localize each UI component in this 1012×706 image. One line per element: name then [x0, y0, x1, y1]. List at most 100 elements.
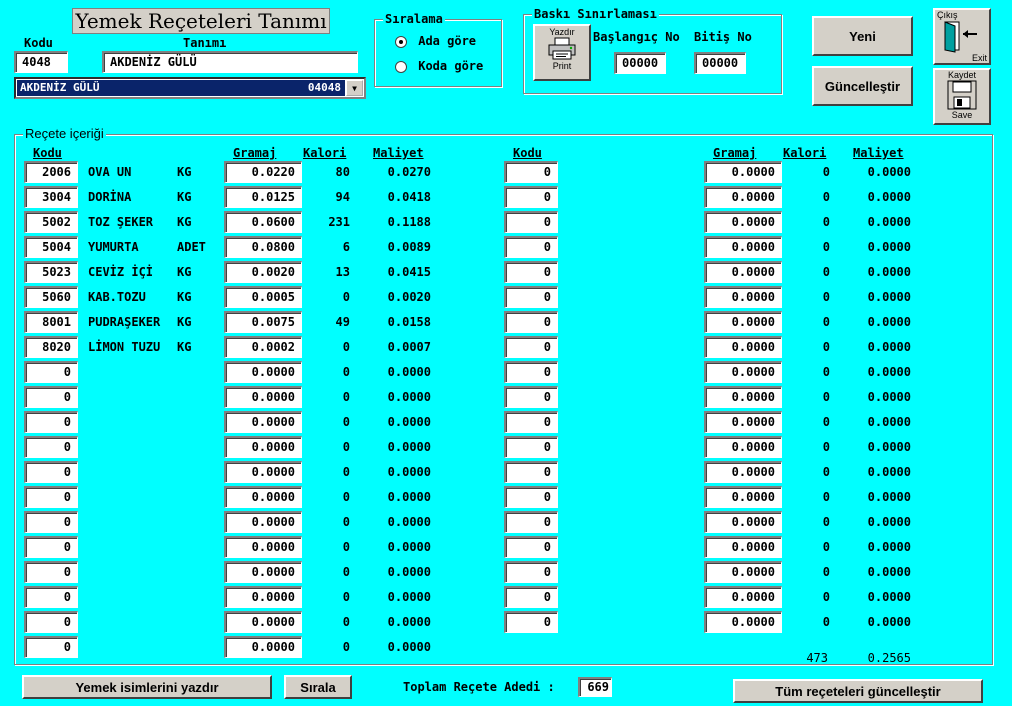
left-row-gramaj-input[interactable]: 0.0000 [224, 361, 302, 383]
left-row-kodu-input[interactable]: 8001 [24, 311, 78, 333]
left-row-gramaj-input[interactable]: 0.0000 [224, 611, 302, 633]
right-row-gramaj-input[interactable]: 0.0000 [704, 286, 782, 308]
right-row-kodu-input[interactable]: 0 [504, 586, 558, 608]
left-row-kodu-input[interactable]: 0 [24, 411, 78, 433]
right-row-kodu-input[interactable]: 0 [504, 386, 558, 408]
right-row-kodu-input[interactable]: 0 [504, 211, 558, 233]
end-no-input[interactable]: 00000 [694, 52, 746, 74]
right-row-gramaj-input[interactable]: 0.0000 [704, 336, 782, 358]
left-row-gramaj-input[interactable]: 0.0000 [224, 411, 302, 433]
radio-ada[interactable]: Ada göre [395, 34, 476, 48]
radio-ada-indicator[interactable] [395, 35, 407, 48]
tanimi-input[interactable]: AKDENİZ GÜLÜ [102, 51, 358, 73]
right-row-gramaj-input[interactable]: 0.0000 [704, 486, 782, 508]
left-row-kodu-input[interactable]: 8020 [24, 336, 78, 358]
left-row-gramaj-input[interactable]: 0.0000 [224, 586, 302, 608]
right-row-gramaj-input[interactable]: 0.0000 [704, 611, 782, 633]
update-button[interactable]: Güncelleştir [812, 66, 913, 106]
left-row-kodu-input[interactable]: 0 [24, 536, 78, 558]
left-row-gramaj-input[interactable]: 0.0000 [224, 386, 302, 408]
left-row-kodu-input[interactable]: 5023 [24, 261, 78, 283]
right-row-gramaj-input[interactable]: 0.0000 [704, 511, 782, 533]
left-row-kodu-input[interactable]: 0 [24, 586, 78, 608]
left-row-kodu-input[interactable]: 0 [24, 636, 78, 658]
kodu-input[interactable]: 4048 [14, 51, 68, 73]
right-row-kodu-input[interactable]: 0 [504, 536, 558, 558]
right-row-kodu-input[interactable]: 0 [504, 336, 558, 358]
left-row-unit: ADET [177, 240, 206, 254]
left-row-gramaj-input[interactable]: 0.0125 [224, 186, 302, 208]
left-row-kodu-input[interactable]: 0 [24, 611, 78, 633]
left-row-gramaj-input[interactable]: 0.0600 [224, 211, 302, 233]
right-row-kodu-input[interactable]: 0 [504, 361, 558, 383]
right-row-gramaj-input[interactable]: 0.0000 [704, 236, 782, 258]
right-row-kodu-input[interactable]: 0 [504, 261, 558, 283]
left-row-kodu-input[interactable]: 2006 [24, 161, 78, 183]
left-row-kodu-input[interactable]: 5002 [24, 211, 78, 233]
left-row-kodu-input[interactable]: 0 [24, 561, 78, 583]
left-row-gramaj-input[interactable]: 0.0020 [224, 261, 302, 283]
print-names-button[interactable]: Yemek isimlerini yazdır [22, 675, 272, 699]
right-row-gramaj-input[interactable]: 0.0000 [704, 436, 782, 458]
left-row-gramaj-input[interactable]: 0.0002 [224, 336, 302, 358]
sort-button[interactable]: Sırala [284, 675, 352, 699]
right-row-kodu-input[interactable]: 0 [504, 236, 558, 258]
left-row-kodu-input[interactable]: 0 [24, 486, 78, 508]
left-row-kodu-input[interactable]: 5004 [24, 236, 78, 258]
left-row-kodu-input[interactable]: 0 [24, 511, 78, 533]
save-button[interactable]: Kaydet Save [933, 68, 991, 125]
right-row-kodu-input[interactable]: 0 [504, 461, 558, 483]
right-row-kodu-input[interactable]: 0 [504, 486, 558, 508]
left-row-kodu-input[interactable]: 0 [24, 461, 78, 483]
exit-button[interactable]: Çıkış Exit [933, 8, 991, 65]
right-row-kodu-input[interactable]: 0 [504, 436, 558, 458]
right-row-gramaj-input[interactable]: 0.0000 [704, 536, 782, 558]
left-row-gramaj-input[interactable]: 0.0220 [224, 161, 302, 183]
radio-koda-indicator[interactable] [395, 60, 407, 73]
left-row-gramaj-input[interactable]: 0.0800 [224, 236, 302, 258]
left-row-kodu-input[interactable]: 3004 [24, 186, 78, 208]
right-row-gramaj-input[interactable]: 0.0000 [704, 411, 782, 433]
right-row-kodu-input[interactable]: 0 [504, 611, 558, 633]
right-row-gramaj-input[interactable]: 0.0000 [704, 386, 782, 408]
right-row-gramaj-input[interactable]: 0.0000 [704, 161, 782, 183]
right-row-gramaj-input[interactable]: 0.0000 [704, 561, 782, 583]
left-row-maliyet: 0.0000 [387, 465, 431, 479]
left-row-kodu-input[interactable]: 5060 [24, 286, 78, 308]
update-all-button[interactable]: Tüm reçeteleri güncelleştir [733, 679, 983, 703]
radio-koda[interactable]: Koda göre [395, 59, 483, 73]
right-row-maliyet: 0.0000 [867, 415, 911, 429]
left-row-gramaj-input[interactable]: 0.0000 [224, 436, 302, 458]
left-row-kodu-input[interactable]: 0 [24, 436, 78, 458]
right-row-kodu-input[interactable]: 0 [504, 161, 558, 183]
print-button[interactable]: Yazdır Print [533, 24, 591, 81]
left-row-gramaj-input[interactable]: 0.0000 [224, 536, 302, 558]
right-kalori-header: Kalori [783, 146, 827, 160]
right-row-gramaj-input[interactable]: 0.0000 [704, 461, 782, 483]
left-row-gramaj-input[interactable]: 0.0000 [224, 486, 302, 508]
right-row-kodu-input[interactable]: 0 [504, 311, 558, 333]
right-row-kodu-input[interactable]: 0 [504, 411, 558, 433]
right-row-gramaj-input[interactable]: 0.0000 [704, 211, 782, 233]
left-row-gramaj-input[interactable]: 0.0005 [224, 286, 302, 308]
new-button[interactable]: Yeni [812, 16, 913, 56]
left-row-kodu-input[interactable]: 0 [24, 361, 78, 383]
right-row-gramaj-input[interactable]: 0.0000 [704, 361, 782, 383]
left-row-gramaj-input[interactable]: 0.0000 [224, 461, 302, 483]
right-row-gramaj-input[interactable]: 0.0000 [704, 261, 782, 283]
right-row-kodu-input[interactable]: 0 [504, 511, 558, 533]
right-row-gramaj-input[interactable]: 0.0000 [704, 586, 782, 608]
right-row-kodu-input[interactable]: 0 [504, 186, 558, 208]
right-row-kodu-input[interactable]: 0 [504, 561, 558, 583]
recipe-select[interactable]: AKDENİZ GÜLÜ 04048 ▼ [14, 77, 366, 99]
right-row-kodu-input[interactable]: 0 [504, 286, 558, 308]
start-no-input[interactable]: 00000 [614, 52, 666, 74]
left-row-gramaj-input[interactable]: 0.0000 [224, 561, 302, 583]
left-row-gramaj-input[interactable]: 0.0000 [224, 511, 302, 533]
right-row-gramaj-input[interactable]: 0.0000 [704, 186, 782, 208]
chevron-down-icon[interactable]: ▼ [346, 80, 363, 96]
left-row-gramaj-input[interactable]: 0.0075 [224, 311, 302, 333]
left-row-gramaj-input[interactable]: 0.0000 [224, 636, 302, 658]
left-row-kodu-input[interactable]: 0 [24, 386, 78, 408]
right-row-gramaj-input[interactable]: 0.0000 [704, 311, 782, 333]
